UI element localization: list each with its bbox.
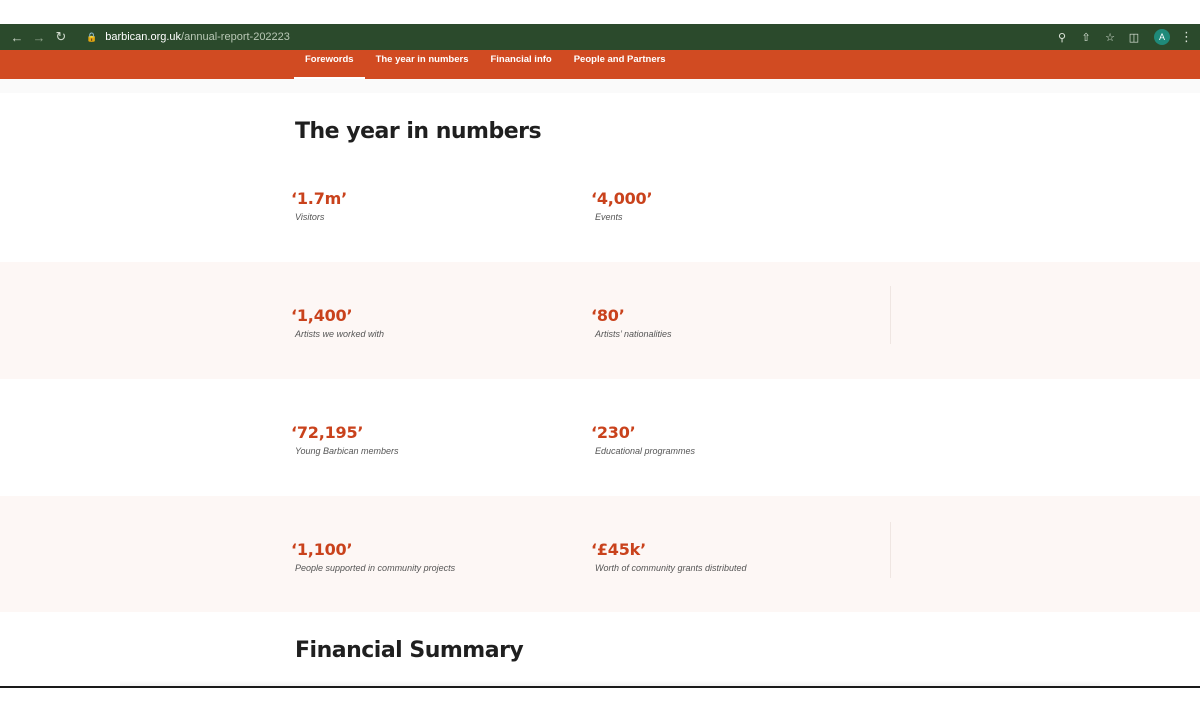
address-bar[interactable]: 🔒 barbican.org.uk/annual-report-202223 xyxy=(80,27,1052,47)
year-in-numbers-title: The year in numbers xyxy=(295,119,542,144)
back-arrow-icon[interactable]: ← xyxy=(6,26,28,48)
column-divider xyxy=(890,522,891,578)
nav-shadow-gap xyxy=(0,79,1200,93)
menu-dots-icon[interactable]: ⋮ xyxy=(1180,29,1193,45)
nav-item-financial-info[interactable]: Financial info xyxy=(479,50,562,79)
forward-arrow-icon[interactable]: → xyxy=(28,26,50,48)
numbers-section-3: ‘72,195’ Young Barbican members ‘230’ Ed… xyxy=(0,379,1200,496)
stat-label: Educational programmes xyxy=(595,446,696,456)
financial-summary-section: Financial Summary xyxy=(0,612,1200,687)
stat-value: ‘80’ xyxy=(591,306,625,325)
url-path: /annual-report-202223 xyxy=(181,31,290,43)
stat-label: Visitors xyxy=(295,212,325,222)
numbers-section-1: The year in numbers ‘1.7m’ Visitors ‘4,0… xyxy=(0,93,1200,262)
lock-icon: 🔒 xyxy=(86,31,98,42)
nav-item-forewords[interactable]: Forewords xyxy=(294,50,365,79)
stat-community-grants: ‘£45k’ Worth of community grants distrib… xyxy=(591,540,747,573)
stat-label: People supported in community projects xyxy=(295,563,456,573)
stat-value: ‘230’ xyxy=(591,423,636,442)
stat-label: Artists’ nationalities xyxy=(595,329,672,339)
stat-value: ‘1,400’ xyxy=(291,306,353,325)
share-icon[interactable]: ⇧ xyxy=(1076,27,1096,47)
stat-young-barbican: ‘72,195’ Young Barbican members xyxy=(291,423,399,456)
stat-nationalities: ‘80’ Artists’ nationalities xyxy=(591,306,672,339)
stat-value: ‘£45k’ xyxy=(591,540,646,559)
stat-value: ‘72,195’ xyxy=(291,423,364,442)
stat-community-people: ‘1,100’ People supported in community pr… xyxy=(291,540,455,573)
profile-avatar[interactable]: A xyxy=(1154,29,1170,45)
nav-item-year-in-numbers[interactable]: The year in numbers xyxy=(365,50,480,79)
stat-label: Worth of community grants distributed xyxy=(595,563,747,573)
numbers-section-4: ‘1,100’ People supported in community pr… xyxy=(0,496,1200,612)
stat-label: Events xyxy=(595,212,623,222)
stat-label: Young Barbican members xyxy=(295,446,399,456)
url-host: barbican.org.uk xyxy=(105,31,182,43)
stat-visitors: ‘1.7m’ Visitors xyxy=(291,189,347,222)
stat-value: ‘1.7m’ xyxy=(291,189,347,208)
site-navigation: Forewords The year in numbers Financial … xyxy=(0,50,1200,79)
browser-toolbar: ← → ↻ 🔒 barbican.org.uk/annual-report-20… xyxy=(0,24,1200,50)
reload-icon[interactable]: ↻ xyxy=(50,26,72,48)
financial-summary-title: Financial Summary xyxy=(295,638,524,663)
stat-label: Artists we worked with xyxy=(295,329,385,339)
numbers-section-2: ‘1,400’ Artists we worked with ‘80’ Arti… xyxy=(0,262,1200,379)
bottom-margin xyxy=(0,688,1200,713)
column-divider xyxy=(890,286,891,344)
stat-artists: ‘1,400’ Artists we worked with xyxy=(291,306,384,339)
stat-educational: ‘230’ Educational programmes xyxy=(591,423,695,456)
zoom-icon[interactable]: ⚲ xyxy=(1052,27,1072,47)
toolbar-actions: ⚲ ⇧ ☆ ◫ A ⋮ xyxy=(1052,27,1193,47)
top-margin xyxy=(0,0,1200,24)
star-icon[interactable]: ☆ xyxy=(1100,27,1120,47)
stat-value: ‘1,100’ xyxy=(291,540,353,559)
stat-events: ‘4,000’ Events xyxy=(591,189,653,222)
nav-item-people-partners[interactable]: People and Partners xyxy=(563,50,677,79)
sidebar-icon[interactable]: ◫ xyxy=(1124,27,1144,47)
stat-value: ‘4,000’ xyxy=(591,189,653,208)
